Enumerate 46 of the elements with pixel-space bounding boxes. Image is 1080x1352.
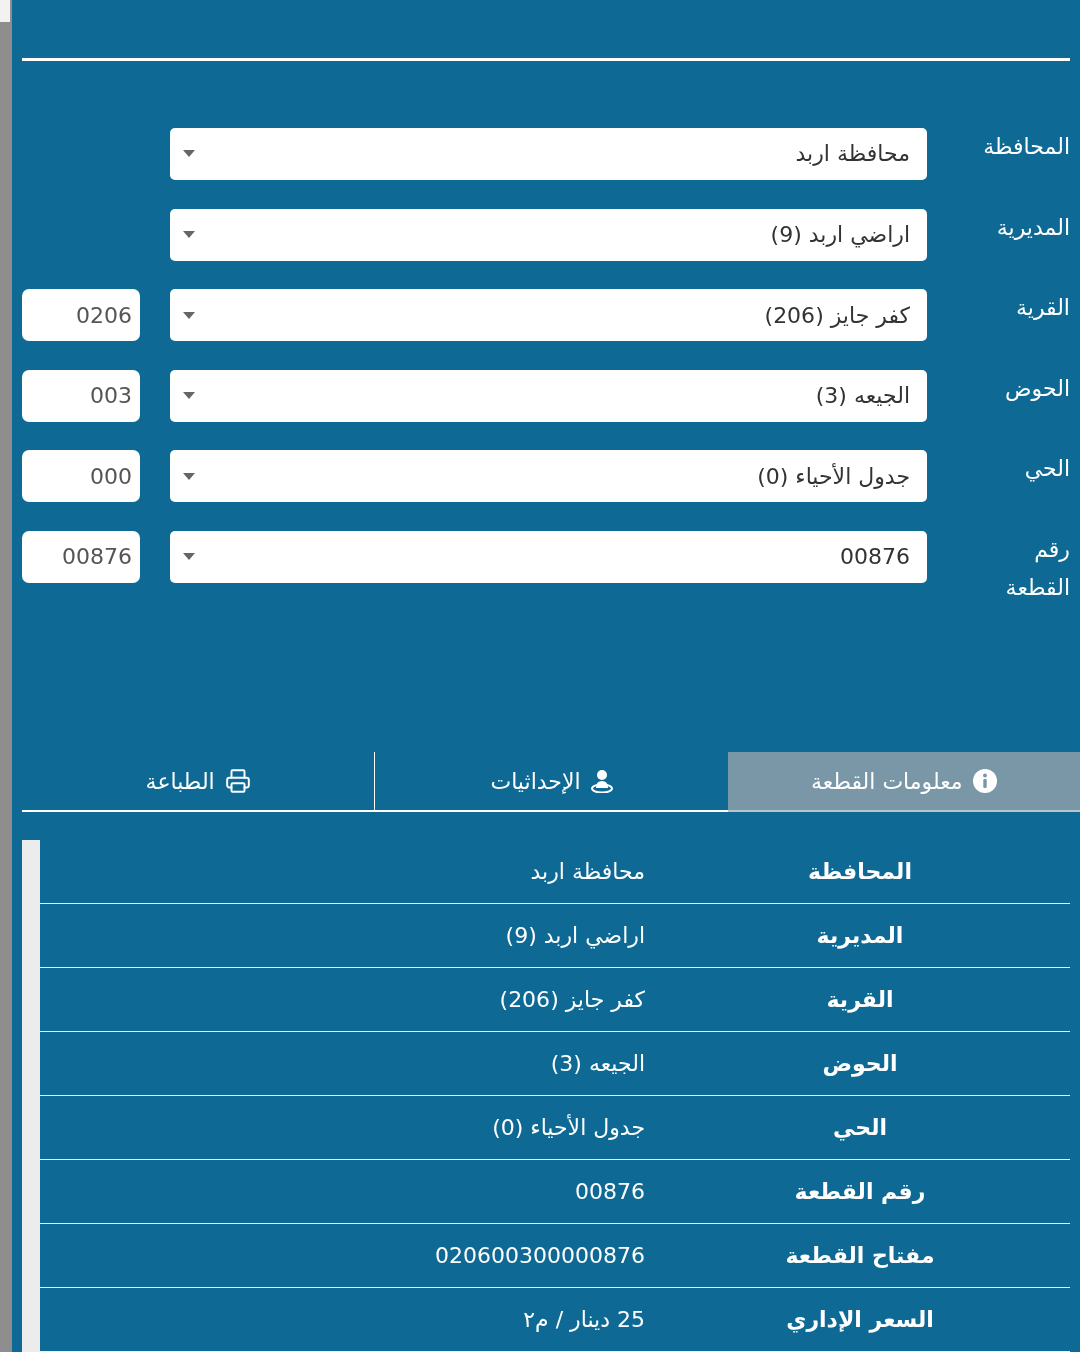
scrollbar-thumb[interactable] [0,0,10,22]
person-pin-icon [590,769,613,794]
info-label: الحي [833,1115,887,1140]
info-label: المديرية [816,923,904,948]
info-label: رقم القطعة [794,1179,926,1204]
info-value: محافظة اربد [530,859,645,884]
field-label: الحي [1023,455,1070,484]
dropdown-select[interactable]: محافظة اربد [170,128,927,180]
code-input[interactable]: 00876 [22,530,140,583]
field-label: القرية [1015,294,1070,323]
field-label: الحوض [1004,374,1070,403]
field-label: المديرية [995,213,1070,242]
caret-icon [183,231,195,239]
tab[interactable]: الطباعة [22,752,375,812]
caret-icon [183,553,195,561]
caret-icon [183,150,195,158]
info-label: السعر الإداري [786,1307,934,1332]
dropdown-select[interactable]: 00876 [170,530,927,583]
caret-icon [183,472,195,480]
code-input[interactable]: 000 [22,450,140,503]
caret-icon [183,392,195,400]
code-input[interactable]: 003 [22,369,140,422]
dropdown-select[interactable]: الجيعه (3) [170,369,927,422]
tab[interactable]: الإحداثيات [374,752,728,812]
page-scrollbar[interactable] [0,0,12,1352]
dropdown-select[interactable]: جدول الأحياء (0) [170,450,927,503]
dropdown-select[interactable]: اراضي اربد (9) [170,208,927,261]
info-value: جدول الأحياء (0) [492,1115,645,1140]
info-label: المحافظة [808,859,912,884]
info-value: 00876 [575,1179,645,1204]
info-label: الحوض [822,1051,898,1076]
info-icon [972,769,997,794]
table-scrollbar[interactable] [22,840,40,1352]
info-value: 020600300000876 [435,1243,645,1268]
info-value: اراضي اربد (9) [505,923,645,948]
info-value: الجيعه (3) [550,1051,645,1076]
dropdown-select[interactable]: كفر جايز (206) [170,289,927,342]
field-label: رقم القطعة [1004,535,1070,602]
info-value: 25 دينار / م٢ [523,1307,645,1332]
info-label: القرية [826,987,894,1012]
caret-icon [183,311,195,319]
field-label: المحافظة [982,133,1070,161]
code-input[interactable]: 0206 [22,289,140,342]
info-label: مفتاح القطعة [785,1243,935,1268]
printer-icon [224,768,251,795]
info-value: كفر جايز (206) [499,987,645,1012]
